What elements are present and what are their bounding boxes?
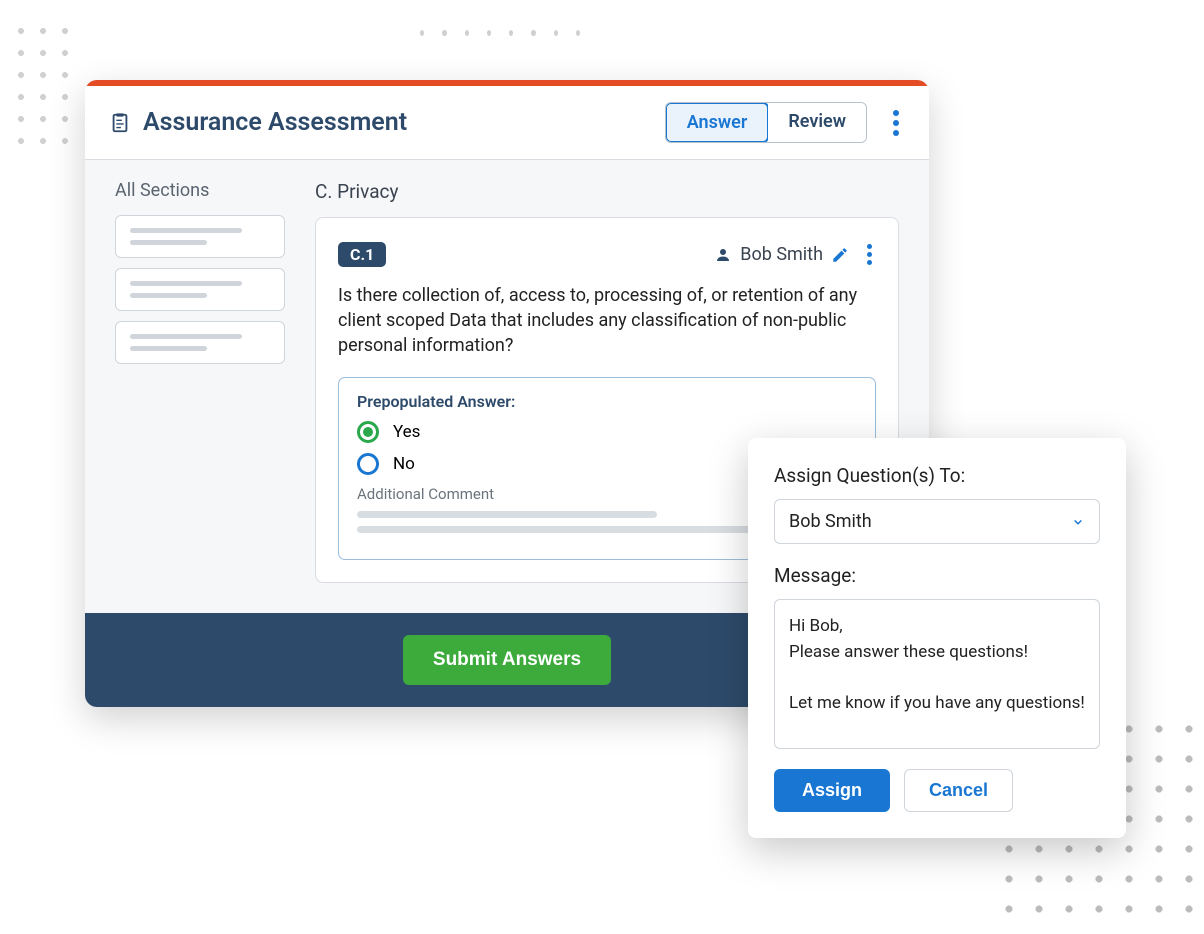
radio-no-label: No bbox=[393, 454, 415, 474]
question-header: C.1 Bob Smith bbox=[338, 240, 876, 269]
section-item[interactable] bbox=[115, 321, 285, 364]
sidebar-title: All Sections bbox=[115, 180, 285, 201]
popup-buttons: Assign Cancel bbox=[774, 769, 1100, 812]
edit-icon[interactable] bbox=[831, 246, 849, 264]
more-menu-icon[interactable] bbox=[887, 104, 905, 142]
chevron-down-icon bbox=[1071, 515, 1085, 529]
decorative-dots bbox=[420, 30, 580, 40]
page-title: Assurance Assessment bbox=[143, 108, 665, 137]
sections-sidebar: All Sections bbox=[115, 180, 285, 583]
question-id-badge: C.1 bbox=[338, 242, 386, 267]
section-item[interactable] bbox=[115, 268, 285, 311]
submit-button[interactable]: Submit Answers bbox=[403, 635, 611, 685]
section-item[interactable] bbox=[115, 215, 285, 258]
question-more-icon[interactable] bbox=[863, 240, 876, 269]
assign-popup: Assign Question(s) To: Bob Smith Message… bbox=[748, 438, 1126, 838]
radio-yes-label: Yes bbox=[393, 422, 420, 442]
tab-answer[interactable]: Answer bbox=[665, 102, 770, 143]
clipboard-icon bbox=[109, 111, 131, 135]
placeholder-bar bbox=[357, 511, 657, 518]
modal-header: Assurance Assessment Answer Review bbox=[85, 86, 929, 160]
radio-no-icon bbox=[357, 453, 379, 475]
assignee-select[interactable]: Bob Smith bbox=[774, 499, 1100, 544]
assignee-name: Bob Smith bbox=[740, 244, 823, 265]
assign-to-label: Assign Question(s) To: bbox=[774, 464, 1100, 487]
answer-label: Prepopulated Answer: bbox=[357, 392, 857, 411]
person-icon bbox=[714, 246, 732, 264]
radio-yes-icon bbox=[357, 421, 379, 443]
cancel-button[interactable]: Cancel bbox=[904, 769, 1013, 812]
decorative-dots bbox=[10, 20, 80, 160]
tab-review[interactable]: Review bbox=[768, 103, 866, 142]
assignee-display: Bob Smith bbox=[714, 244, 849, 265]
question-text: Is there collection of, access to, proce… bbox=[338, 283, 876, 359]
assignee-select-value: Bob Smith bbox=[789, 511, 872, 532]
view-tabs: Answer Review bbox=[665, 102, 867, 143]
section-heading: C. Privacy bbox=[315, 180, 899, 203]
message-textarea[interactable]: Hi Bob, Please answer these questions! L… bbox=[774, 599, 1100, 749]
message-label: Message: bbox=[774, 564, 1100, 587]
assign-button[interactable]: Assign bbox=[774, 769, 890, 812]
